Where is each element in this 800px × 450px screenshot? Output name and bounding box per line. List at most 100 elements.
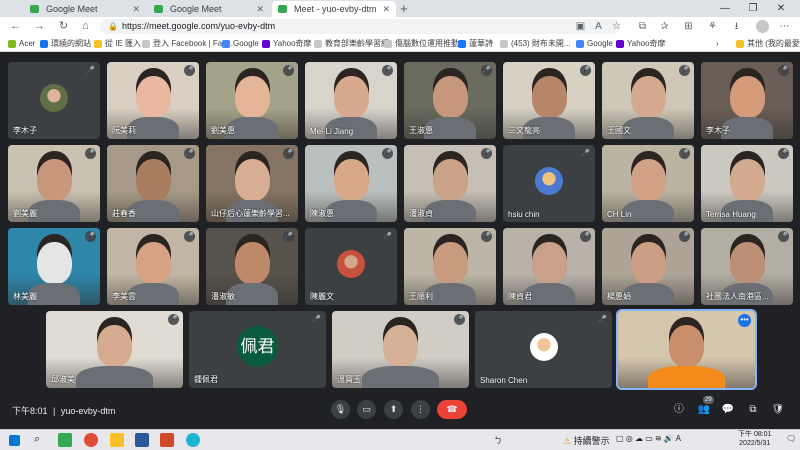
tile-options-button[interactable]: •••	[738, 314, 751, 327]
bookmark-item[interactable]: 環繞的網站	[40, 36, 91, 52]
bookmark-item[interactable]: Yahoo奇摩	[262, 36, 312, 52]
bookmark-item[interactable]: 教育部樂齡學習網	[314, 36, 389, 52]
maximize-button[interactable]: ❐	[740, 0, 766, 17]
participant-tile[interactable]: 🎤 劉美惠	[206, 62, 298, 139]
participant-tile[interactable]: 🎤 山仔后心蓮樂齡學習...	[206, 145, 298, 222]
bookmark-item[interactable]: (453) 財布未開...	[500, 36, 571, 52]
collections-icon[interactable]: ⊞	[682, 20, 695, 33]
meet-favicon-icon	[278, 5, 287, 13]
host-controls-icon[interactable]: 🛡	[770, 402, 786, 418]
participant-tile[interactable]: 🎤 王順利	[404, 228, 496, 305]
extensions-icon[interactable]: ⚘	[706, 20, 719, 33]
participant-tile[interactable]: 🎤 陳貞君	[503, 228, 595, 305]
bookmark-item[interactable]: Google	[222, 36, 259, 52]
mic-off-icon: 🎤	[454, 314, 465, 325]
close-icon[interactable]: ✕	[256, 1, 264, 17]
new-tab-button[interactable]: +	[400, 0, 408, 17]
participant-face	[37, 242, 72, 284]
chrome-icon[interactable]	[84, 433, 98, 447]
browser-tab-2[interactable]: Google Meet ✕	[148, 1, 270, 17]
participant-tile[interactable]: 🎤 潘淑敏	[206, 228, 298, 305]
bookmark-item[interactable]: 登入 Facebook | Fac...	[142, 36, 233, 52]
meeting-info-icon[interactable]: ⓘ	[671, 402, 687, 418]
tray-icons[interactable]: ▢ ◎ ☁ ▭ ≋ 🔊 A	[616, 434, 681, 443]
participant-tile[interactable]: 🎤 林美麗	[8, 228, 100, 305]
participant-tile[interactable]: 🎤 社團法人南港區...	[701, 228, 793, 305]
participant-tile[interactable]: 🎤 陳淑惠	[305, 145, 397, 222]
home-icon[interactable]: ⌂	[78, 19, 93, 34]
participant-tile[interactable]: 🎤 陳麗文	[305, 228, 397, 305]
participant-tile[interactable]: 🎤 三文龍亮	[503, 62, 595, 139]
meet-app-icon[interactable]	[58, 433, 72, 447]
participant-tile[interactable]: 🎤 Mei-Li Jiang	[305, 62, 397, 139]
split-screen-icon[interactable]: ⧉	[636, 20, 649, 33]
notification-icon[interactable]: 🗨	[786, 434, 796, 443]
browser-tab-3-active[interactable]: Meet - yuo-evby-dtm ✕	[272, 1, 396, 17]
forward-arrow-icon[interactable]: →	[32, 19, 47, 34]
bookmarks-overflow-button[interactable]: ›	[716, 36, 719, 52]
chat-icon[interactable]: 💬	[720, 402, 736, 418]
people-icon[interactable]: 👥	[696, 402, 712, 418]
participant-name: 王順利	[409, 292, 433, 301]
close-icon[interactable]: ✕	[132, 1, 140, 17]
microphone-button[interactable]: 🎙	[331, 400, 350, 419]
participant-tile[interactable]: 🎤 莊春香	[107, 145, 199, 222]
participant-tile[interactable]: 🎤 CH Lin	[602, 145, 694, 222]
participant-tile[interactable]: 🎤 邱淑美	[46, 311, 183, 388]
present-screen-button[interactable]: ⬆	[384, 400, 403, 419]
camera-permission-icon[interactable]: ▣	[574, 20, 587, 33]
participant-tile[interactable]: 🎤 hsiu chin	[503, 145, 595, 222]
minimize-button[interactable]: —	[712, 0, 738, 17]
more-options-button[interactable]: ⋮	[411, 400, 430, 419]
browser-tab-1[interactable]: Google Meet ✕	[24, 1, 146, 17]
settings-more-icon[interactable]: ⋯	[778, 20, 791, 33]
participant-tile[interactable]: 佩君 🎤 鍾佩君	[189, 311, 326, 388]
participant-tile[interactable]: 🎤 Sharon Chen	[475, 311, 612, 388]
address-bar[interactable]: 🔒 https://meet.google.com/yuo-evby-dtm	[100, 19, 620, 34]
favorites-icon[interactable]: ✰	[658, 20, 671, 33]
weather-alert[interactable]: ⚠ 持續警示	[563, 434, 610, 447]
window-close-button[interactable]: ✕	[768, 0, 794, 17]
favorite-star-icon[interactable]: ☆	[610, 20, 623, 33]
participant-tile[interactable]: 🎤 劉美麗	[8, 145, 100, 222]
windows-start-icon[interactable]	[9, 435, 20, 446]
bookmark-item[interactable]: Google	[576, 36, 613, 52]
participant-face	[136, 242, 171, 284]
folder-icon	[94, 40, 102, 48]
participant-tile[interactable]: 🎤 王國文	[602, 62, 694, 139]
bookmark-item[interactable]: Yahoo奇摩	[616, 36, 666, 52]
participant-tile[interactable]: 🎤 潘淑貞	[404, 145, 496, 222]
bookmark-item[interactable]: Acer	[8, 36, 35, 52]
edge-icon[interactable]	[186, 433, 200, 447]
participant-tile[interactable]: 🎤 李木子	[701, 62, 793, 139]
participant-name: Terrisa Huang	[706, 210, 756, 219]
camera-button[interactable]: ▭	[357, 400, 376, 419]
reload-icon[interactable]: ↻	[56, 19, 71, 34]
search-icon[interactable]: ⌕	[34, 433, 40, 446]
taskbar-clock[interactable]: 下午 08:01 2022/5/31	[738, 430, 771, 448]
people-count-badge: 29	[703, 396, 714, 404]
participant-tile[interactable]: 🎤 Terrisa Huang	[701, 145, 793, 222]
bookmark-item[interactable]: 傷腦數位運用推動...	[384, 36, 466, 52]
participant-tile[interactable]: 🎤 王淑惠	[404, 62, 496, 139]
bookmark-item[interactable]: 蓮華詩	[458, 36, 493, 52]
downloads-icon[interactable]: ⭳	[730, 20, 743, 33]
participant-tile[interactable]: 🎤 阮美莉	[107, 62, 199, 139]
word-icon[interactable]	[135, 433, 149, 447]
participant-tile[interactable]: •••	[616, 309, 757, 390]
participant-tile[interactable]: 🎤 溫寶玉	[332, 311, 469, 388]
participant-tile[interactable]: 🎤 李木子	[8, 62, 100, 139]
leave-call-button[interactable]: ☎	[437, 400, 467, 419]
bookmark-item[interactable]: 從 IE 匯入	[94, 36, 141, 52]
file-explorer-icon[interactable]	[110, 433, 124, 447]
participant-name: 阮美莉	[112, 126, 136, 135]
activities-icon[interactable]: ⧉	[745, 402, 761, 418]
profile-avatar[interactable]	[756, 20, 769, 33]
participant-tile[interactable]: 🎤 楊惠娟	[602, 228, 694, 305]
powerpoint-icon[interactable]	[160, 433, 174, 447]
back-arrow-icon[interactable]: ←	[8, 19, 23, 34]
close-icon[interactable]: ✕	[382, 1, 390, 17]
other-bookmarks-folder[interactable]: 其他 (我的最愛)	[736, 36, 800, 52]
read-aloud-icon[interactable]: A	[592, 20, 605, 33]
participant-tile[interactable]: 🎤 李美雲	[107, 228, 199, 305]
